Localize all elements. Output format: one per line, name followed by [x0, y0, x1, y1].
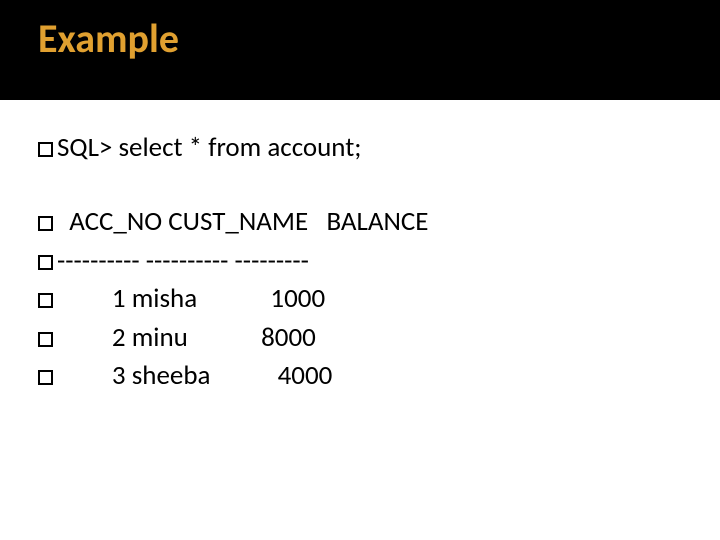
square-bullet-icon [38, 332, 53, 347]
square-bullet-icon [38, 255, 53, 270]
table-row-text: 1 misha 1000 [57, 281, 325, 317]
table-row: 2 minu 8000 [38, 320, 429, 356]
sql-query-line: SQL> select * from account; [38, 130, 429, 166]
slide-title: Example [38, 14, 179, 63]
square-bullet-icon [38, 216, 53, 231]
table-row: 3 sheeba 4000 [38, 358, 429, 394]
square-bullet-icon [38, 142, 53, 157]
slide: Example SQL> select * from account; ACC_… [0, 0, 720, 540]
table-separator-text: ---------- ---------- --------- [57, 243, 309, 279]
table-header-text: ACC_NO CUST_NAME BALANCE [57, 204, 429, 240]
square-bullet-icon [38, 370, 53, 385]
sql-query-text: SQL> select * from account; [57, 130, 362, 166]
table-row-text: 2 minu 8000 [57, 320, 316, 356]
slide-body: SQL> select * from account; ACC_NO CUST_… [38, 130, 429, 397]
table-header-line: ACC_NO CUST_NAME BALANCE [38, 204, 429, 240]
table-row: 1 misha 1000 [38, 281, 429, 317]
table-row-text: 3 sheeba 4000 [57, 358, 332, 394]
square-bullet-icon [38, 293, 53, 308]
title-bar: Example [0, 0, 720, 100]
blank-line [38, 168, 429, 204]
table-separator-line: ---------- ---------- --------- [38, 243, 429, 279]
